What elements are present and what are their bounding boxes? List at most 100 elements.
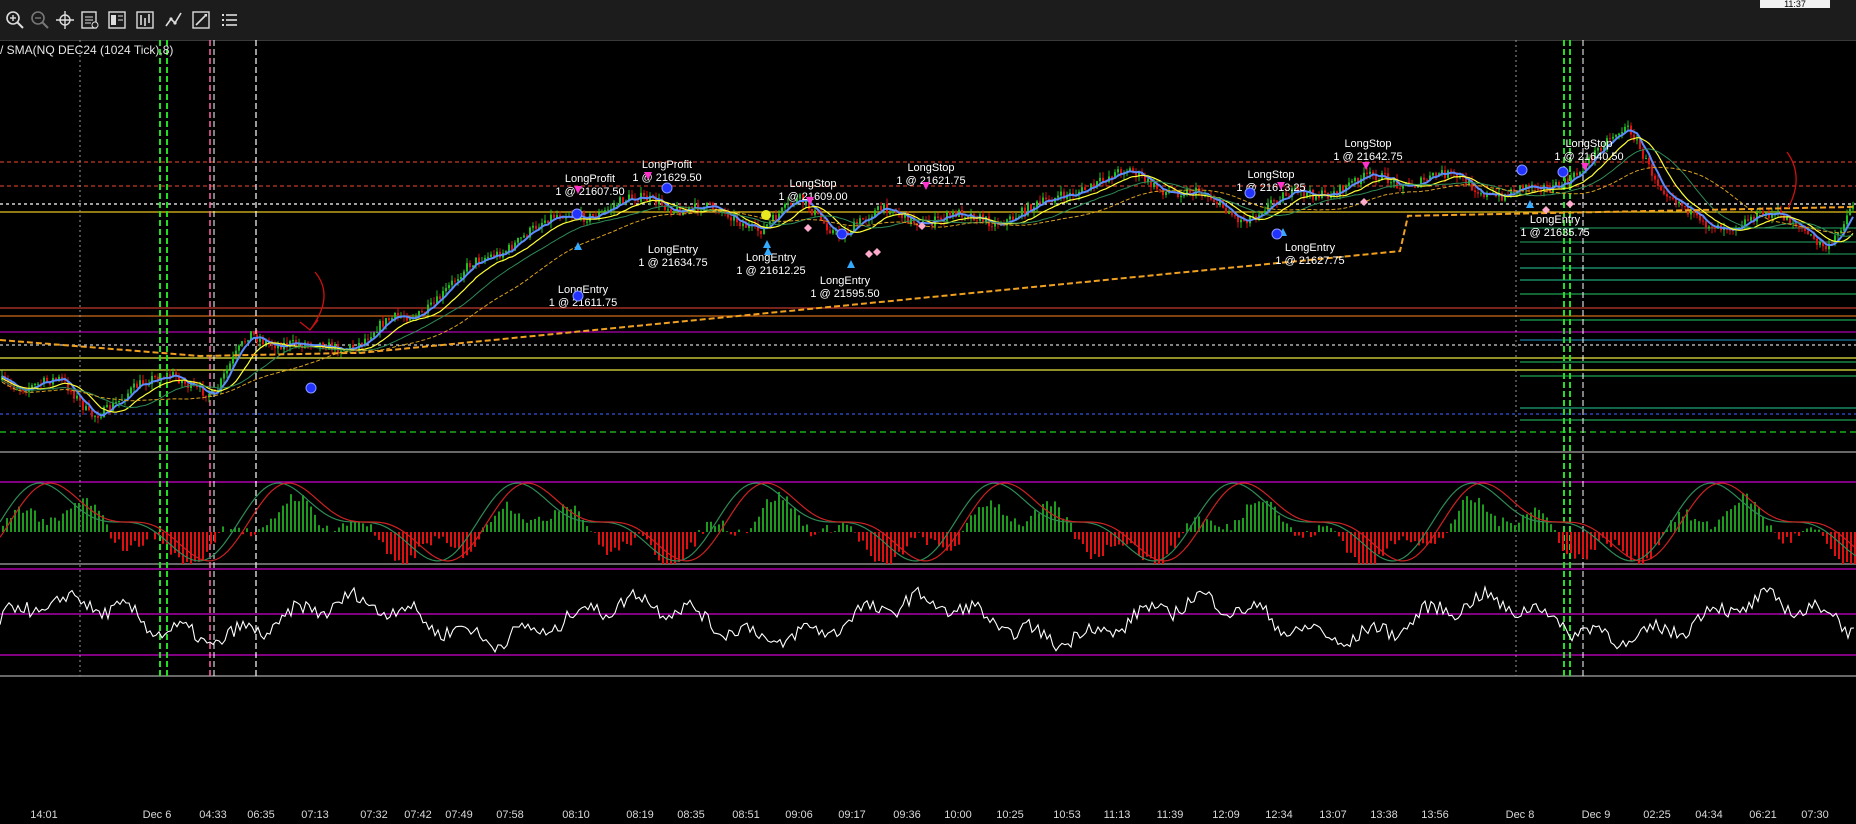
histogram-bar bbox=[318, 525, 320, 532]
properties-icon[interactable] bbox=[106, 9, 128, 31]
histogram-bar bbox=[358, 521, 360, 532]
time-axis-label: 10:00 bbox=[944, 809, 972, 821]
histogram-bar bbox=[54, 517, 56, 532]
candle-body bbox=[16, 389, 18, 391]
time-axis-label: 11:39 bbox=[1157, 809, 1184, 821]
histogram-bar bbox=[1370, 532, 1372, 564]
histogram-bar bbox=[210, 532, 212, 545]
histogram-bar bbox=[1242, 517, 1244, 532]
histogram-bar bbox=[1650, 532, 1652, 560]
candle-body bbox=[457, 279, 459, 282]
histogram-bar bbox=[598, 532, 600, 545]
candle-body bbox=[889, 212, 891, 214]
histogram-bar bbox=[306, 500, 308, 532]
histogram-bar bbox=[914, 532, 916, 539]
histogram-bar bbox=[1850, 532, 1852, 564]
strategies-icon[interactable] bbox=[163, 9, 185, 31]
entry-arrow bbox=[574, 242, 582, 250]
candle-body bbox=[1477, 192, 1479, 194]
candle-body bbox=[1633, 134, 1635, 141]
histogram-bar bbox=[1278, 515, 1280, 532]
candle-body bbox=[964, 216, 966, 218]
time-axis-label: 07:42 bbox=[404, 809, 432, 821]
histogram-bar bbox=[1006, 515, 1008, 532]
histogram-bar bbox=[1774, 532, 1776, 533]
zoom-in-icon[interactable] bbox=[4, 9, 26, 31]
candle-body bbox=[607, 209, 609, 211]
histogram-bar bbox=[1518, 522, 1520, 532]
candle-body bbox=[1348, 182, 1350, 187]
trade-signal-label: LongProfit bbox=[642, 159, 692, 171]
candle-body bbox=[1417, 186, 1419, 188]
histogram-bar bbox=[322, 528, 324, 532]
indicators-icon[interactable] bbox=[134, 9, 156, 31]
candle-body bbox=[1093, 183, 1095, 187]
histogram-bar bbox=[1846, 532, 1848, 563]
candle-body bbox=[517, 237, 519, 243]
chart-title: / SMA(NQ DEC24 (1024 Tick),8) bbox=[0, 43, 174, 57]
histogram-bar bbox=[382, 532, 384, 543]
zoom-out-icon[interactable] bbox=[29, 9, 51, 31]
time-axis-label: 07:49 bbox=[445, 809, 473, 821]
crosshair-icon[interactable] bbox=[54, 9, 76, 31]
histogram-bar bbox=[1294, 532, 1296, 536]
price-chart[interactable]: LongProfit1 @ 21607.50LongProfit1 @ 2162… bbox=[0, 40, 1856, 824]
histogram-bar bbox=[510, 510, 512, 532]
candle-body bbox=[478, 257, 480, 263]
time-axis-label: 06:35 bbox=[247, 809, 275, 821]
histogram-bar bbox=[1490, 513, 1492, 532]
histogram-bar bbox=[426, 532, 428, 544]
candle-body bbox=[274, 345, 276, 349]
histogram-bar bbox=[762, 507, 764, 532]
trade-signal-label: LongEntry bbox=[558, 284, 609, 296]
histogram-bar bbox=[558, 511, 560, 532]
candle-body bbox=[670, 209, 672, 214]
candle-body bbox=[1807, 230, 1809, 235]
time-axis-label: 04:34 bbox=[1695, 809, 1723, 821]
chart-list-icon[interactable] bbox=[218, 9, 240, 31]
drawing-tools-icon[interactable] bbox=[190, 9, 212, 31]
trade-signal-label: LongStop bbox=[907, 162, 954, 174]
histogram-bar bbox=[1166, 532, 1168, 555]
time-axis-label: 09:06 bbox=[785, 809, 813, 821]
candle-body bbox=[1213, 199, 1215, 203]
histogram-bar bbox=[1214, 525, 1216, 532]
histogram-bar bbox=[430, 532, 432, 546]
candle-body bbox=[1306, 192, 1308, 197]
candle-body bbox=[352, 345, 354, 348]
histogram-bar bbox=[1478, 497, 1480, 532]
candle-body bbox=[1660, 185, 1662, 191]
data-box-icon[interactable] bbox=[79, 9, 101, 31]
candle-body bbox=[1228, 213, 1230, 215]
histogram-bar bbox=[122, 532, 124, 551]
histogram-bar bbox=[1546, 517, 1548, 532]
candle-body bbox=[586, 221, 588, 223]
candle-body bbox=[259, 338, 261, 342]
histogram-bar bbox=[282, 505, 284, 532]
candle-body bbox=[829, 230, 831, 234]
candle-body bbox=[832, 230, 834, 234]
histogram-bar bbox=[750, 528, 752, 532]
histogram-bar bbox=[994, 507, 996, 532]
histogram-bar bbox=[1318, 525, 1320, 532]
histogram-bar bbox=[262, 527, 264, 532]
histogram-bar bbox=[1702, 521, 1704, 532]
histogram-bar bbox=[726, 531, 728, 532]
histogram-bar bbox=[730, 532, 732, 535]
histogram-bar bbox=[1606, 532, 1608, 544]
histogram-bar bbox=[1542, 513, 1544, 532]
histogram-bar bbox=[1082, 532, 1084, 545]
histogram-bar bbox=[1390, 532, 1392, 541]
histogram-bar bbox=[1410, 532, 1412, 543]
time-axis-label: 07:30 bbox=[1801, 809, 1829, 821]
histogram-bar bbox=[1506, 521, 1508, 532]
candle-body bbox=[1843, 224, 1845, 231]
candle-body bbox=[532, 225, 534, 228]
histogram-bar bbox=[198, 532, 200, 562]
time-axis-label: Dec 8 bbox=[1506, 809, 1535, 821]
histogram-bar bbox=[1142, 532, 1144, 561]
histogram-bar bbox=[1322, 526, 1324, 532]
histogram-bar bbox=[1110, 532, 1112, 547]
trade-price-label: 1 @ 21629.50 bbox=[632, 172, 701, 184]
histogram-bar bbox=[1678, 511, 1680, 532]
